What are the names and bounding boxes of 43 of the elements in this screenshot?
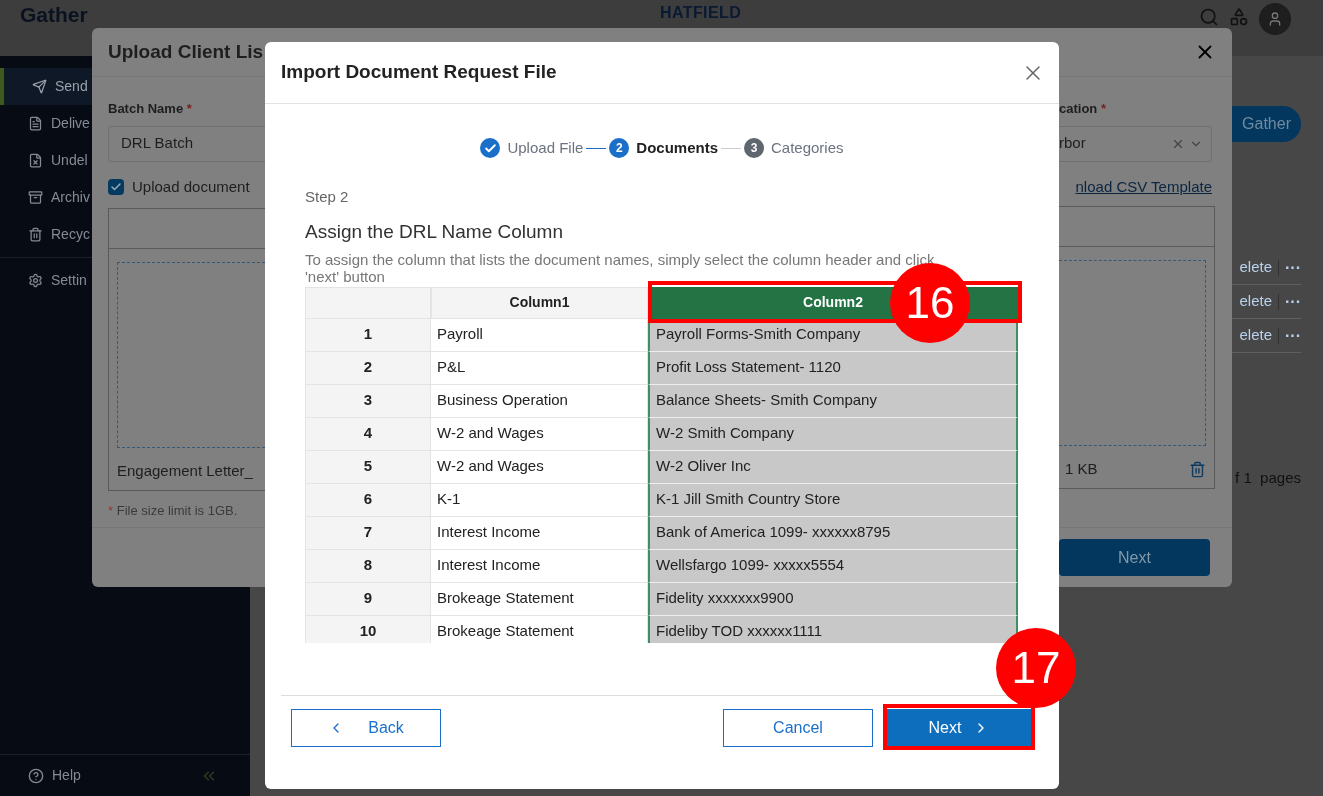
field-label: cation * bbox=[1059, 100, 1107, 118]
field-label: Batch Name * bbox=[108, 100, 193, 118]
step-label: Documents bbox=[636, 138, 718, 158]
table-cell: W-2 Smith Company bbox=[648, 417, 1018, 451]
step-number: 3 bbox=[744, 138, 764, 159]
table-cell: Brokeage Statement bbox=[431, 582, 648, 616]
row-number: 1 bbox=[305, 318, 431, 352]
file-size: 1 KB bbox=[1065, 459, 1098, 479]
row-number: 7 bbox=[305, 516, 431, 550]
table-cell: Bank of America 1099- xxxxxx8795 bbox=[648, 516, 1018, 550]
step-label: Upload File bbox=[507, 138, 584, 158]
table-cell: Payroll bbox=[431, 318, 648, 352]
table-cell: K-1 Jill Smith Country Store bbox=[648, 483, 1018, 517]
dialog-title: Import Document Request File bbox=[281, 60, 557, 85]
size-note: * File size limit is 1GB. bbox=[108, 502, 239, 520]
row-number: 5 bbox=[305, 450, 431, 484]
table-cell: Fideliby TOD xxxxxx1111 bbox=[648, 615, 1018, 643]
table-cell: Wellsfargo 1099- xxxxx5554 bbox=[648, 549, 1018, 583]
row-number: 4 bbox=[305, 417, 431, 451]
table-cell: Fidelity xxxxxxx9900 bbox=[648, 582, 1018, 616]
step-number: 2 bbox=[609, 138, 630, 159]
table-cell: W-2 and Wages bbox=[431, 450, 648, 484]
section-heading: Assign the DRL Name Column bbox=[305, 220, 564, 244]
row-number: 8 bbox=[305, 549, 431, 583]
table-cell: W-2 and Wages bbox=[431, 417, 648, 451]
table-cell: Profit Loss Statement- 1120 bbox=[648, 351, 1018, 385]
row-number: 10 bbox=[305, 615, 431, 643]
dialog-title: Upload Client Lis bbox=[108, 39, 264, 64]
table-cell: Balance Sheets- Smith Company bbox=[648, 384, 1018, 418]
row-number: 3 bbox=[305, 384, 431, 418]
step-label: Categories bbox=[771, 138, 844, 158]
table-cell: Business Operation bbox=[431, 384, 648, 418]
row-number: 9 bbox=[305, 582, 431, 616]
step-caption: Step 2 bbox=[305, 186, 350, 207]
checkbox-label: Upload document bbox=[132, 176, 250, 197]
table-cell: W-2 Oliver Inc bbox=[648, 450, 1018, 484]
table-cell: Interest Income bbox=[431, 516, 648, 550]
row-number: 2 bbox=[305, 351, 431, 385]
row-number: 6 bbox=[305, 483, 431, 517]
file-name: Engagement Letter_ bbox=[117, 461, 254, 481]
table-cell: K-1 bbox=[431, 483, 648, 517]
table-cell: Interest Income bbox=[431, 549, 648, 583]
table-cell: P&L bbox=[431, 351, 648, 385]
